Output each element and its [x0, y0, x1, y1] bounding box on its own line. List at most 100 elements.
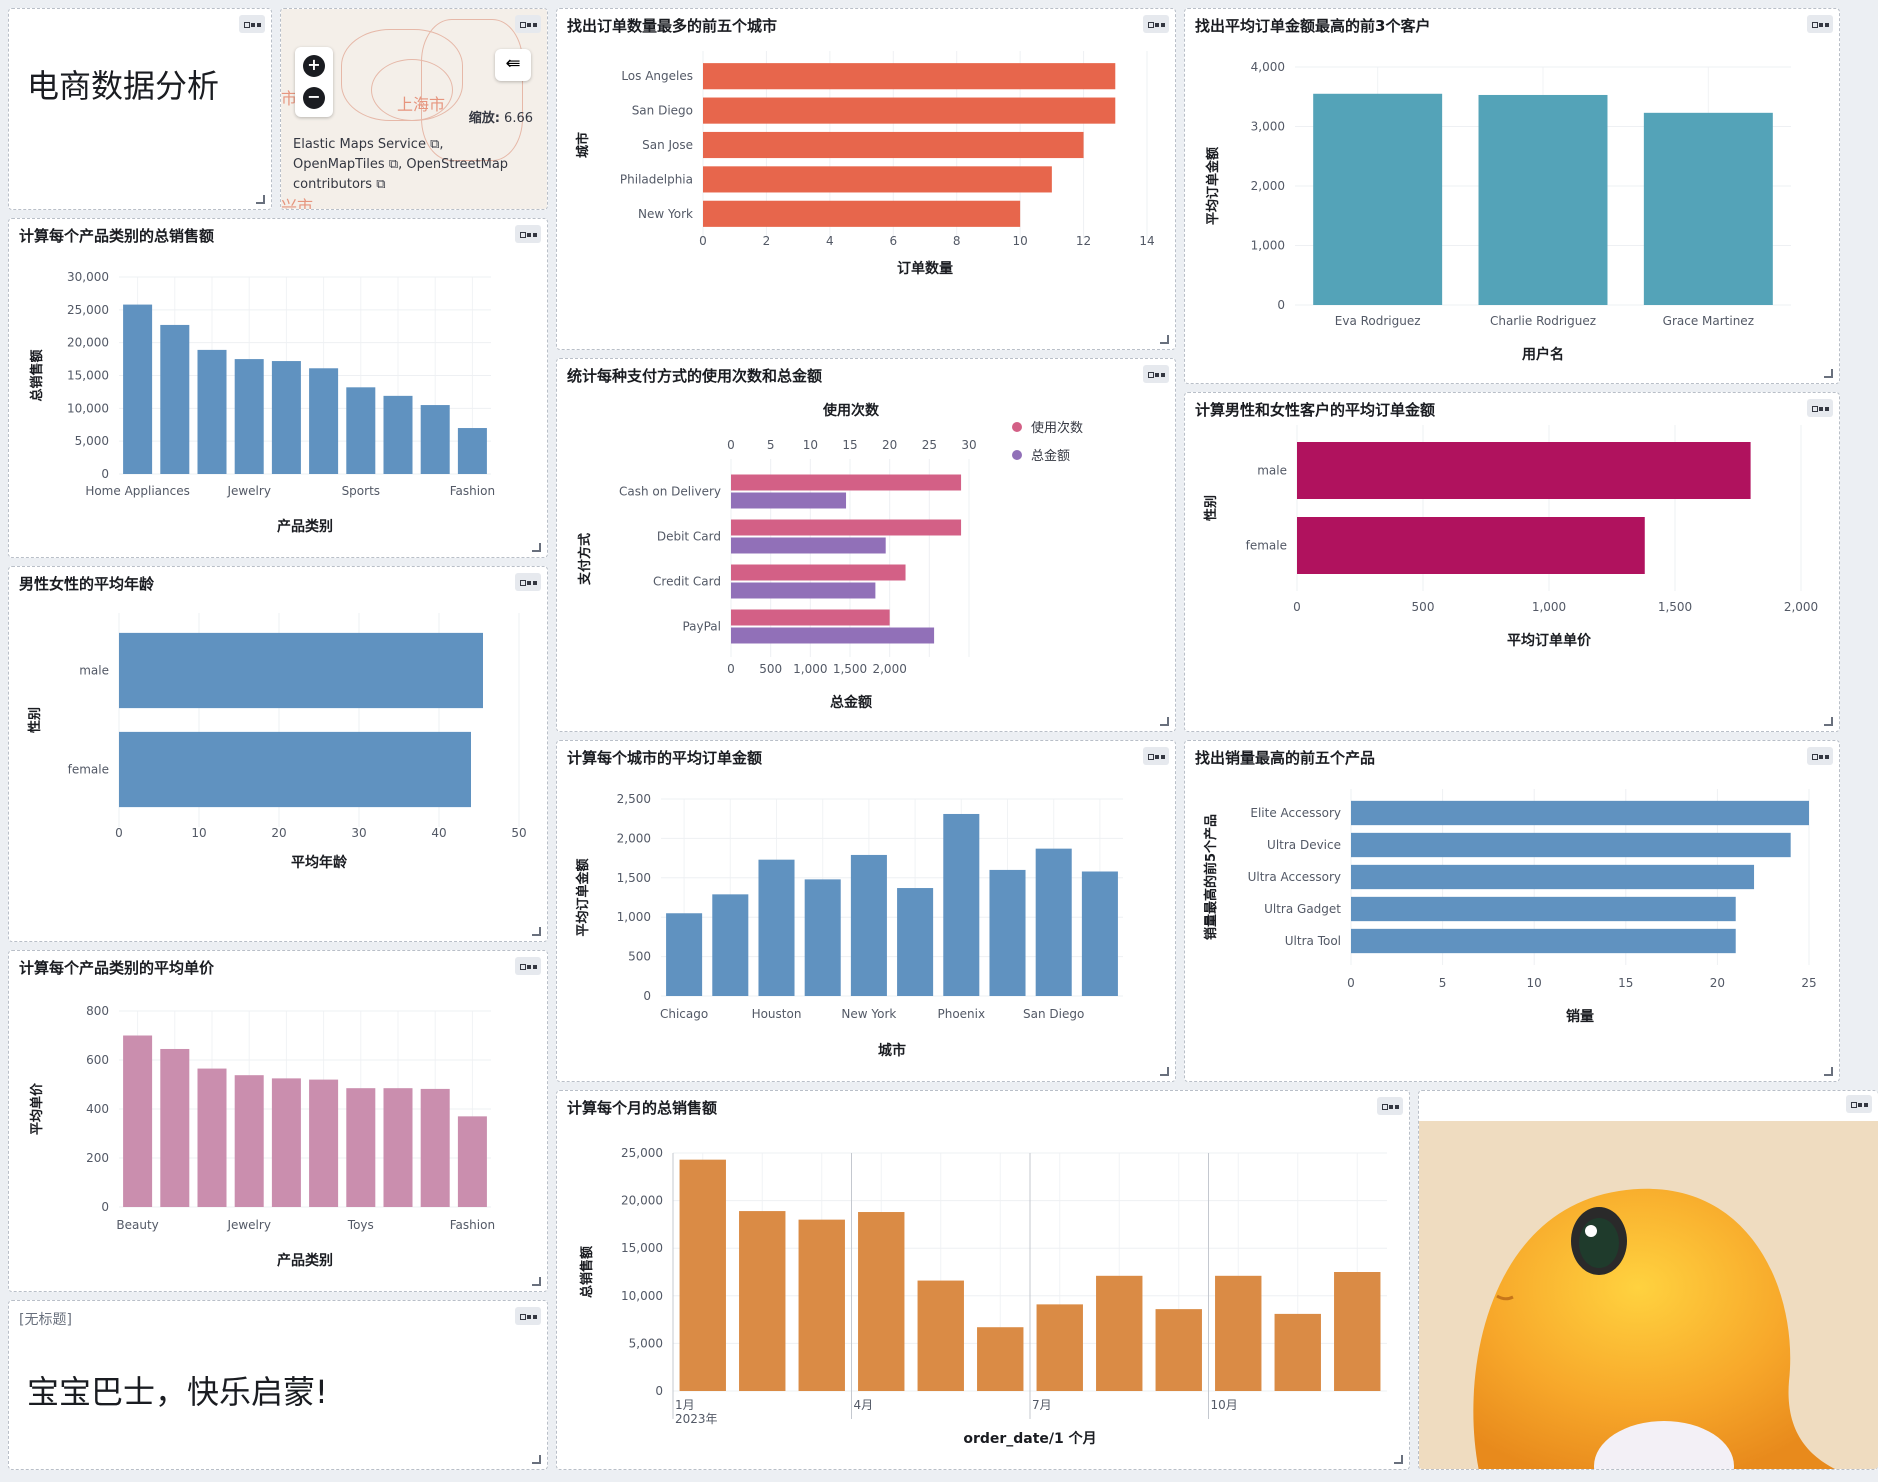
x-tick-label: 15	[1618, 976, 1633, 990]
x-bottom-tick-label: 0	[727, 662, 735, 676]
resize-handle[interactable]	[532, 1455, 541, 1464]
bar	[123, 304, 153, 474]
bar	[703, 200, 1021, 227]
bar	[804, 879, 841, 996]
attribution-link[interactable]: contributors	[293, 177, 372, 192]
y-tick-label: 15,000	[67, 369, 109, 383]
y-tick-label: 10,000	[67, 401, 109, 415]
y-tick-label: 400	[86, 1102, 109, 1116]
y-tick-label: San Diego	[632, 104, 693, 118]
resize-handle[interactable]	[1160, 1067, 1169, 1076]
panel-menu-button[interactable]	[239, 15, 265, 33]
x-top-tick-label: 20	[882, 438, 897, 452]
y-tick-label: male	[1257, 464, 1287, 478]
y-tick-label: Ultra Gadget	[1264, 902, 1341, 916]
x-axis-label: 订单数量	[897, 260, 953, 277]
bar	[234, 359, 264, 474]
attribution-link[interactable]: OpenStreetMap	[406, 157, 508, 172]
bar	[731, 582, 876, 599]
external-link-icon: ⧉	[388, 157, 399, 172]
x-tick-label: 10	[191, 826, 206, 840]
panel-menu-button[interactable]	[515, 1307, 541, 1325]
resize-handle[interactable]	[1824, 369, 1833, 378]
zoom-value: 6.66	[504, 111, 533, 126]
x-tick-label: 0	[1347, 976, 1355, 990]
y-tick-label: 20,000	[67, 336, 109, 350]
y-tick-label: 600	[86, 1053, 109, 1067]
bar	[1035, 848, 1072, 996]
bar	[731, 609, 890, 626]
x-tick-label: 2	[763, 234, 771, 248]
panel-category-sales: 计算每个产品类别的总销售额 0 5,000 10,000 15,000 20,000 25…	[8, 218, 548, 558]
bar	[897, 888, 934, 996]
bar	[1081, 871, 1118, 996]
slogan-text: 宝宝巴士，快乐启蒙!	[27, 1373, 328, 1411]
x-tick-label: 2,000	[1784, 600, 1818, 614]
mascot-image	[1419, 1121, 1878, 1469]
resize-handle[interactable]	[256, 195, 265, 204]
x-top-axis-label: 使用次数	[822, 402, 880, 419]
y-tick-label: 5,000	[629, 1336, 663, 1350]
bar	[1096, 1275, 1143, 1391]
bar	[1155, 1309, 1202, 1391]
y-tick-label: 25,000	[67, 303, 109, 317]
y-tick-label: Cash on Delivery	[619, 485, 721, 499]
y-axis-label: 性别	[1203, 495, 1219, 521]
panel-menu-button[interactable]	[515, 15, 541, 33]
x-top-tick-label: 0	[727, 438, 735, 452]
y-axis-label: 性别	[27, 707, 43, 733]
bar	[234, 1075, 264, 1207]
y-tick-label: 15,000	[621, 1241, 663, 1255]
zoom-controls: + −	[295, 47, 333, 117]
x-tick-label: New York	[841, 1007, 896, 1021]
map-attribution-line: contributors ⧉	[293, 177, 386, 192]
attribution-link[interactable]: Elastic Maps Service	[293, 137, 426, 152]
resize-handle[interactable]	[1824, 717, 1833, 726]
bar	[160, 1048, 190, 1207]
panel-payment: 统计每种支付方式的使用次数和总金额 使用次数 0 5 10 15 20 25 30 0 500 1,…	[556, 358, 1176, 732]
x-tick-label: 40	[431, 826, 446, 840]
panel-gender-age: 男性女性的平均年龄 0 10 20 30 40 50 male female 平均年龄 性别	[8, 566, 548, 942]
slogan-panel: [无标题] 宝宝巴士，快乐启蒙!	[8, 1300, 548, 1470]
resize-handle[interactable]	[532, 1277, 541, 1286]
x-top-tick-label: 25	[922, 438, 937, 452]
layers-icon[interactable]: ⇚	[495, 49, 531, 81]
x-top-tick-label: 5	[767, 438, 775, 452]
y-tick-label: 2,000	[1251, 179, 1285, 193]
resize-handle[interactable]	[1160, 717, 1169, 726]
x-tick-sublabel: 2023年	[675, 1412, 718, 1426]
x-tick-label: 6	[889, 234, 897, 248]
y-tick-label: 0	[101, 467, 109, 481]
x-tick-label: 7月	[1032, 1398, 1052, 1412]
minus-icon[interactable]: −	[303, 87, 325, 109]
bar	[758, 859, 795, 996]
bar	[383, 1088, 413, 1207]
resize-handle[interactable]	[1394, 1455, 1403, 1464]
resize-handle[interactable]	[532, 543, 541, 552]
chart-gender-age: 0 10 20 30 40 50 male female 平均年龄 性别	[27, 613, 527, 871]
x-tick-label: Home Appliances	[85, 484, 190, 498]
bar	[1478, 94, 1608, 305]
resize-handle[interactable]	[532, 927, 541, 936]
resize-handle[interactable]	[1160, 335, 1169, 344]
y-tick-label: Los Angeles	[621, 69, 693, 83]
bar	[679, 1159, 726, 1391]
y-tick-label: 4,000	[1251, 60, 1285, 74]
x-bottom-tick-label: 2,000	[872, 662, 906, 676]
y-axis-label: 总销售额	[29, 349, 45, 401]
y-tick-label: 2,500	[617, 792, 651, 806]
x-tick-label: Jewelry	[226, 1218, 271, 1232]
y-tick-label: 0	[101, 1200, 109, 1214]
bar	[731, 537, 886, 554]
plus-icon[interactable]: +	[303, 55, 325, 77]
x-axis-label: 平均订单单价	[1507, 632, 1592, 649]
bar	[917, 1280, 964, 1391]
map-panel[interactable]: 上海市 市 兴市 + − ⇚ 缩放: 6.66 Elastic Maps Ser…	[280, 8, 548, 210]
panel-menu-button[interactable]	[1846, 1095, 1872, 1113]
map-city-label-partial: 兴市	[281, 197, 314, 210]
dashboard-title: 电商数据分析	[27, 67, 220, 105]
x-tick-label: 10	[1527, 976, 1542, 990]
bar	[346, 1088, 376, 1207]
attribution-link[interactable]: OpenMapTiles	[293, 157, 385, 172]
resize-handle[interactable]	[1824, 1067, 1833, 1076]
